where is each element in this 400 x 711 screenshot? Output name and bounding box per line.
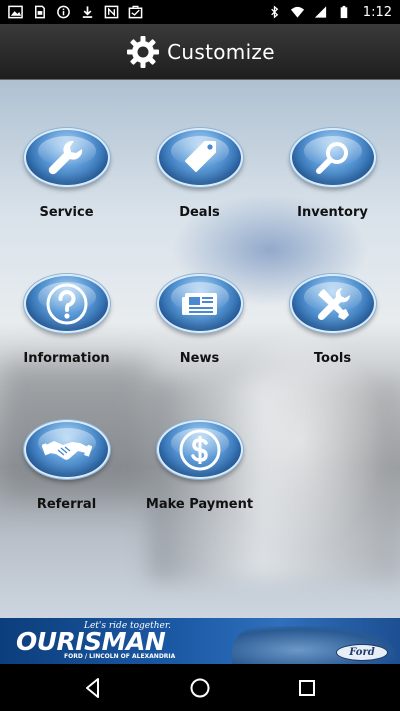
magnifier-icon bbox=[315, 141, 348, 174]
banner-brand: OURISMAN bbox=[16, 627, 166, 656]
news-label: News bbox=[179, 351, 220, 366]
download-icon bbox=[80, 5, 95, 19]
page-title: Customize bbox=[167, 39, 275, 64]
nfc-icon bbox=[104, 5, 119, 19]
recents-icon[interactable] bbox=[295, 676, 319, 700]
inventory-label: Inventory bbox=[297, 205, 368, 220]
make-payment-label: Make Payment bbox=[145, 497, 254, 512]
service-button[interactable]: Service bbox=[0, 80, 133, 220]
bluetooth-icon bbox=[267, 5, 282, 19]
wrench-icon bbox=[48, 140, 82, 174]
question-icon bbox=[46, 283, 87, 324]
back-icon[interactable] bbox=[81, 676, 105, 700]
referral-button[interactable]: Referral bbox=[0, 372, 133, 512]
briefcase-icon bbox=[128, 5, 143, 19]
info-circle-icon bbox=[56, 5, 71, 19]
wifi-icon bbox=[290, 5, 305, 19]
referral-label: Referral bbox=[36, 497, 97, 512]
tools-icon bbox=[317, 287, 350, 320]
tools-label: Tools bbox=[313, 351, 352, 366]
newspaper-icon bbox=[181, 292, 217, 315]
gallery-icon bbox=[8, 5, 23, 19]
make-payment-button[interactable]: Make Payment bbox=[133, 372, 266, 512]
navigation-bar bbox=[0, 664, 400, 711]
menu-grid: Service Deals Inventory Information News… bbox=[0, 80, 400, 618]
information-label: Information bbox=[23, 351, 110, 366]
status-bar: 1:12 bbox=[0, 0, 400, 24]
home-icon[interactable] bbox=[188, 676, 212, 700]
banner-subtitle: FORD / LINCOLN OF ALEXANDRIA bbox=[64, 653, 176, 660]
dealer-banner[interactable]: Let's ride together. OURISMAN FORD / LIN… bbox=[0, 618, 400, 664]
deals-button[interactable]: Deals bbox=[133, 80, 266, 220]
information-button[interactable]: Information bbox=[0, 226, 133, 366]
dollar-coin-icon bbox=[179, 429, 220, 470]
ford-logo: Ford bbox=[336, 644, 388, 661]
gear-icon bbox=[125, 34, 161, 70]
app-header: Customize bbox=[0, 24, 400, 80]
news-button[interactable]: News bbox=[133, 226, 266, 366]
handshake-icon bbox=[41, 440, 92, 460]
battery-icon bbox=[336, 5, 351, 19]
clock: 1:12 bbox=[362, 4, 392, 20]
system-status: 1:12 bbox=[267, 5, 392, 20]
inventory-button[interactable]: Inventory bbox=[266, 80, 399, 220]
price-tag-icon bbox=[184, 140, 216, 172]
signal-icon bbox=[313, 5, 328, 19]
tools-button[interactable]: Tools bbox=[266, 226, 399, 366]
service-label: Service bbox=[39, 205, 94, 220]
deals-label: Deals bbox=[179, 205, 220, 220]
sim-card-icon bbox=[32, 5, 47, 19]
notification-icons bbox=[8, 5, 143, 19]
